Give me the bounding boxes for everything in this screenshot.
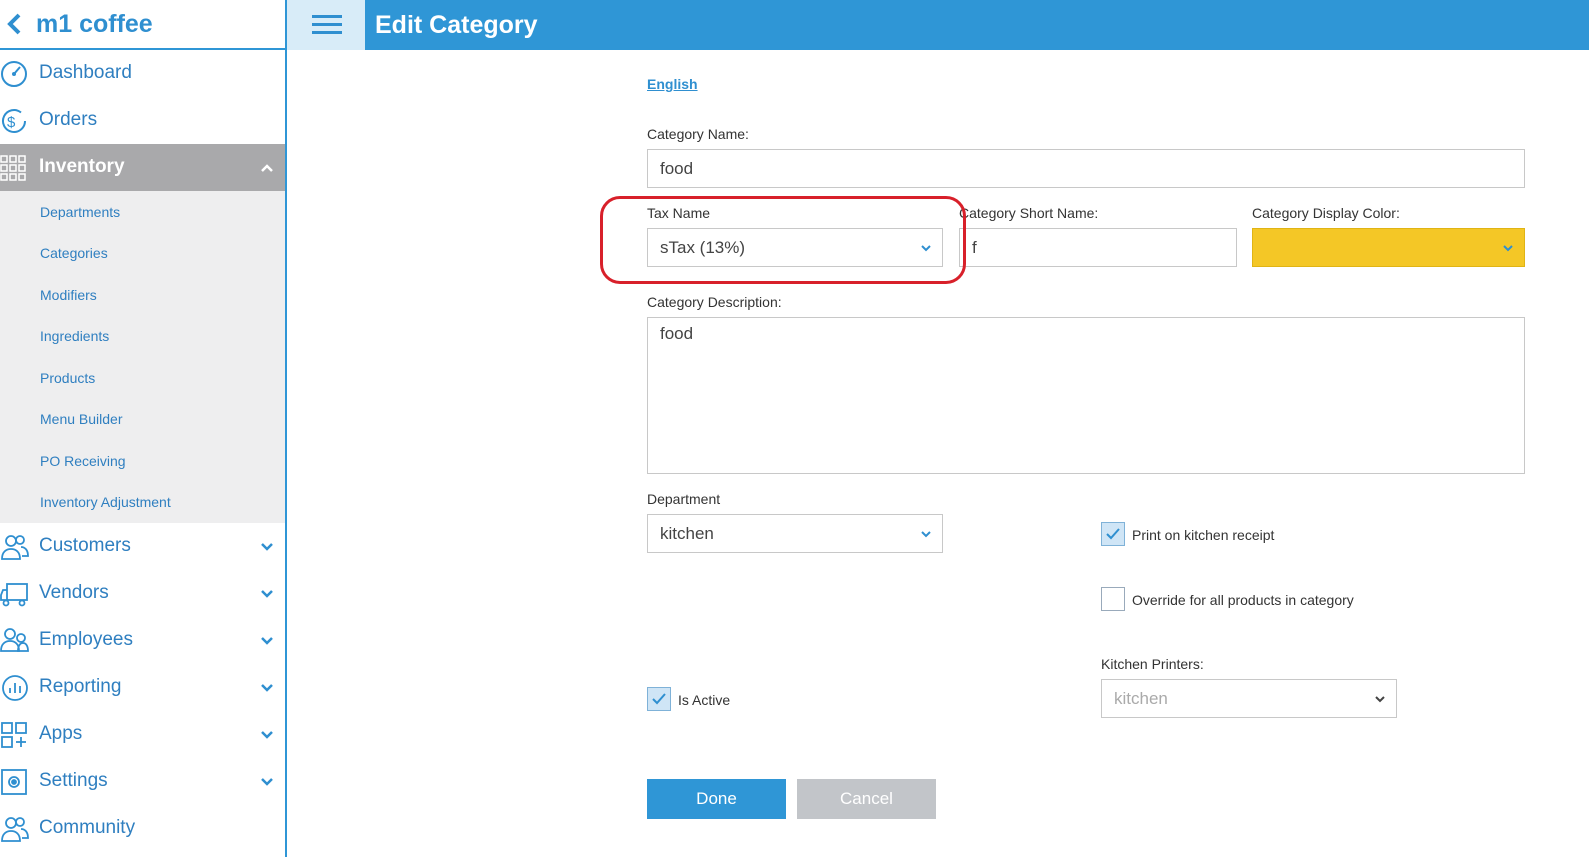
sidebar-item-community[interactable]: Community <box>0 805 285 852</box>
hamburger-icon <box>312 15 342 18</box>
description-textarea[interactable]: food <box>647 317 1525 474</box>
chevron-down-icon <box>261 731 273 739</box>
sidebar-item-label: Apps <box>39 723 83 744</box>
dashboard-icon <box>1 61 27 87</box>
chevron-down-icon <box>1503 244 1513 251</box>
print-kitchen-label: Print on kitchen receipt <box>1132 527 1275 543</box>
department-label: Department <box>647 491 721 507</box>
chevron-down-icon <box>261 637 273 645</box>
sidebar-item-label: Settings <box>39 770 108 791</box>
chevron-down-icon <box>1375 695 1385 702</box>
truck-icon <box>0 583 28 607</box>
gear-icon <box>1 769 27 795</box>
sidebar-item-label: Inventory <box>39 156 125 177</box>
sidebar: m1 coffee Dashboard $ Orders Inventory D… <box>0 0 287 857</box>
hamburger-icon-line <box>312 23 342 26</box>
sidebar-item-vendors[interactable]: Vendors <box>0 570 285 617</box>
sidebar-item-label: Reporting <box>39 676 122 697</box>
submenu-item-modifiers[interactable]: Modifiers <box>0 274 285 316</box>
dollar-icon: $ <box>2 109 26 133</box>
department-value: kitchen <box>660 523 714 543</box>
cancel-button[interactable]: Cancel <box>797 779 936 819</box>
override-checkbox[interactable] <box>1101 587 1125 611</box>
apps-icon <box>1 722 27 748</box>
back-arrow-icon[interactable] <box>4 11 26 37</box>
is-active-label: Is Active <box>678 692 731 708</box>
submenu-item-po-receiving[interactable]: PO Receiving <box>0 440 285 482</box>
sidebar-item-label: Vendors <box>39 582 109 603</box>
checkmark-icon <box>1106 528 1120 540</box>
done-button[interactable]: Done <box>647 779 786 819</box>
chevron-down-icon <box>261 590 273 598</box>
submenu-item-categories[interactable]: Categories <box>0 233 285 275</box>
sidebar-item-label: Community <box>39 817 136 838</box>
description-value: food <box>660 324 694 343</box>
short-name-label: Category Short Name: <box>959 205 1099 221</box>
hamburger-icon-line <box>312 31 342 34</box>
submenu-item-ingredients[interactable]: Ingredients <box>0 316 285 358</box>
grid-icon <box>0 155 26 181</box>
sidebar-item-orders[interactable]: $ Orders <box>0 97 285 144</box>
sidebar-nav: Dashboard $ Orders Inventory Departments… <box>0 50 285 852</box>
submenu-item-menu-builder[interactable]: Menu Builder <box>0 399 285 441</box>
sidebar-item-inventory[interactable]: Inventory <box>0 144 285 191</box>
sidebar-item-label: Customers <box>39 535 131 556</box>
category-name-label: Category Name: <box>647 126 749 142</box>
svg-text:$: $ <box>7 114 16 131</box>
submenu-item-departments[interactable]: Departments <box>0 191 285 233</box>
sidebar-item-settings[interactable]: Settings <box>0 758 285 805</box>
chevron-down-icon <box>261 543 273 551</box>
chevron-down-icon <box>921 530 931 537</box>
kitchen-printers-label: Kitchen Printers: <box>1101 656 1204 672</box>
category-name-input[interactable]: food <box>647 149 1525 188</box>
users-icon <box>1 535 29 560</box>
display-color-label: Category Display Color: <box>1252 205 1400 221</box>
kitchen-printers-placeholder: kitchen <box>1114 688 1168 708</box>
menu-toggle-button[interactable] <box>287 0 365 50</box>
sidebar-item-label: Orders <box>39 109 98 130</box>
department-select[interactable]: kitchen <box>647 514 943 553</box>
category-name-value: food <box>660 158 694 178</box>
chevron-down-icon <box>261 684 273 692</box>
page-title: Edit Category <box>375 11 538 39</box>
sidebar-item-dashboard[interactable]: Dashboard <box>0 50 285 97</box>
kitchen-printers-select[interactable]: kitchen <box>1101 679 1397 718</box>
submenu-item-inventory-adjustment[interactable]: Inventory Adjustment <box>0 482 285 524</box>
inventory-submenu: Departments Categories Modifiers Ingredi… <box>0 191 285 523</box>
sidebar-item-label: Dashboard <box>39 62 132 83</box>
sidebar-item-label: Employees <box>39 629 133 650</box>
is-active-checkbox[interactable] <box>647 687 671 711</box>
sidebar-item-reporting[interactable]: Reporting <box>0 664 285 711</box>
print-kitchen-checkbox[interactable] <box>1101 522 1125 546</box>
checkmark-icon <box>652 693 666 705</box>
chevron-up-icon <box>261 164 273 172</box>
chart-icon <box>2 675 28 701</box>
community-icon <box>1 817 29 842</box>
sidebar-item-employees[interactable]: Employees <box>0 617 285 664</box>
chevron-down-icon <box>261 778 273 786</box>
top-bar: Edit Category <box>287 0 1589 50</box>
short-name-value: f <box>972 237 977 257</box>
app-name: m1 coffee <box>36 10 153 38</box>
sidebar-item-customers[interactable]: Customers <box>0 523 285 570</box>
submenu-item-products[interactable]: Products <box>0 357 285 399</box>
short-name-input[interactable]: f <box>959 228 1237 267</box>
display-color-select[interactable] <box>1252 228 1525 267</box>
employees-icon <box>0 628 29 652</box>
language-link[interactable]: English <box>647 76 698 92</box>
tax-name-highlight-annotation <box>600 196 966 284</box>
brand-header: m1 coffee <box>0 0 285 50</box>
override-label: Override for all products in category <box>1132 592 1354 608</box>
description-label: Category Description: <box>647 294 782 310</box>
sidebar-item-apps[interactable]: Apps <box>0 711 285 758</box>
